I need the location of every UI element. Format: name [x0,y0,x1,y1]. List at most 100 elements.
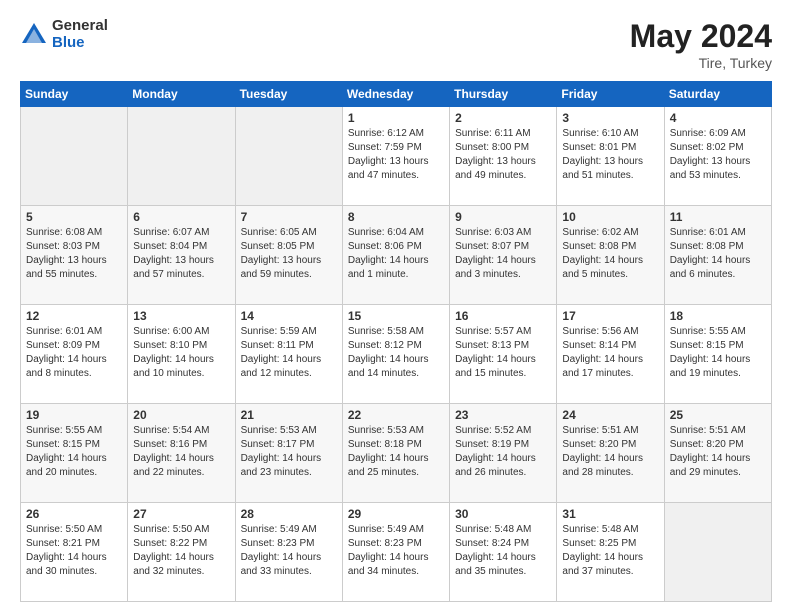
calendar-cell: 26 Sunrise: 5:50 AM Sunset: 8:21 PM Dayli… [21,503,128,602]
day-number: 14 [241,309,337,323]
day-number: 6 [133,210,229,224]
calendar-cell: 11 Sunrise: 6:01 AM Sunset: 8:08 PM Dayli… [664,206,771,305]
day-number: 26 [26,507,122,521]
day-number: 15 [348,309,444,323]
calendar-cell [235,107,342,206]
cell-info: Sunrise: 5:57 AM Sunset: 8:13 PM Dayligh… [455,325,551,381]
calendar-cell: 18 Sunrise: 5:55 AM Sunset: 8:15 PM Dayli… [664,305,771,404]
calendar-header: SundayMondayTuesdayWednesdayThursdayFrid… [21,82,772,107]
day-number: 16 [455,309,551,323]
day-number: 29 [348,507,444,521]
calendar-week: 19 Sunrise: 5:55 AM Sunset: 8:15 PM Dayli… [21,404,772,503]
logo-icon [20,21,48,49]
calendar-week: 5 Sunrise: 6:08 AM Sunset: 8:03 PM Daylig… [21,206,772,305]
logo-blue: Blue [52,35,108,52]
day-number: 2 [455,111,551,125]
calendar-cell: 21 Sunrise: 5:53 AM Sunset: 8:17 PM Dayli… [235,404,342,503]
day-number: 27 [133,507,229,521]
weekday-header: Friday [557,82,664,107]
cell-info: Sunrise: 5:51 AM Sunset: 8:20 PM Dayligh… [562,424,658,480]
page: General Blue May 2024 Tire, Turkey Sunda… [0,0,792,612]
calendar-cell: 4 Sunrise: 6:09 AM Sunset: 8:02 PM Daylig… [664,107,771,206]
cell-info: Sunrise: 6:03 AM Sunset: 8:07 PM Dayligh… [455,226,551,282]
cell-info: Sunrise: 5:49 AM Sunset: 8:23 PM Dayligh… [348,523,444,579]
calendar-cell: 24 Sunrise: 5:51 AM Sunset: 8:20 PM Dayli… [557,404,664,503]
header: General Blue May 2024 Tire, Turkey [20,18,772,71]
weekday-header: Sunday [21,82,128,107]
weekday-header: Monday [128,82,235,107]
day-number: 28 [241,507,337,521]
logo-text: General Blue [52,18,108,51]
cell-info: Sunrise: 5:52 AM Sunset: 8:19 PM Dayligh… [455,424,551,480]
day-number: 25 [670,408,766,422]
cell-info: Sunrise: 5:48 AM Sunset: 8:24 PM Dayligh… [455,523,551,579]
logo-general: General [52,18,108,35]
calendar: SundayMondayTuesdayWednesdayThursdayFrid… [20,81,772,602]
day-number: 17 [562,309,658,323]
day-number: 21 [241,408,337,422]
calendar-cell [21,107,128,206]
calendar-cell: 14Sunrise: 5:59 AM Sunset: 8:11 PM Dayli… [235,305,342,404]
calendar-cell: 16 Sunrise: 5:57 AM Sunset: 8:13 PM Dayli… [450,305,557,404]
cell-info: Sunrise: 5:50 AM Sunset: 8:22 PM Dayligh… [133,523,229,579]
day-number: 30 [455,507,551,521]
calendar-cell: 13 Sunrise: 6:00 AM Sunset: 8:10 PM Dayli… [128,305,235,404]
day-number: 4 [670,111,766,125]
calendar-cell: 27 Sunrise: 5:50 AM Sunset: 8:22 PM Dayli… [128,503,235,602]
calendar-cell [128,107,235,206]
weekday-header: Thursday [450,82,557,107]
calendar-cell: 28Sunrise: 5:49 AM Sunset: 8:23 PM Dayli… [235,503,342,602]
weekday-header: Tuesday [235,82,342,107]
cell-info: Sunrise: 6:12 AM Sunset: 7:59 PM Dayligh… [348,127,444,183]
day-number: 13 [133,309,229,323]
day-number: 3 [562,111,658,125]
day-number: 18 [670,309,766,323]
calendar-cell: 5 Sunrise: 6:08 AM Sunset: 8:03 PM Daylig… [21,206,128,305]
calendar-cell: 3 Sunrise: 6:10 AM Sunset: 8:01 PM Daylig… [557,107,664,206]
day-number: 9 [455,210,551,224]
cell-info: Sunrise: 6:01 AM Sunset: 8:09 PM Dayligh… [26,325,122,381]
calendar-week: 12 Sunrise: 6:01 AM Sunset: 8:09 PM Dayli… [21,305,772,404]
calendar-cell: 2Sunrise: 6:11 AM Sunset: 8:00 PM Daylig… [450,107,557,206]
day-number: 10 [562,210,658,224]
calendar-week: 26 Sunrise: 5:50 AM Sunset: 8:21 PM Dayli… [21,503,772,602]
day-number: 12 [26,309,122,323]
cell-info: Sunrise: 5:50 AM Sunset: 8:21 PM Dayligh… [26,523,122,579]
calendar-cell: 10 Sunrise: 6:02 AM Sunset: 8:08 PM Dayli… [557,206,664,305]
cell-info: Sunrise: 5:55 AM Sunset: 8:15 PM Dayligh… [26,424,122,480]
cell-info: Sunrise: 5:55 AM Sunset: 8:15 PM Dayligh… [670,325,766,381]
calendar-cell: 17 Sunrise: 5:56 AM Sunset: 8:14 PM Dayli… [557,305,664,404]
cell-info: Sunrise: 5:53 AM Sunset: 8:17 PM Dayligh… [241,424,337,480]
calendar-cell: 12 Sunrise: 6:01 AM Sunset: 8:09 PM Dayli… [21,305,128,404]
calendar-body: 1 Sunrise: 6:12 AM Sunset: 7:59 PM Daylig… [21,107,772,602]
cell-info: Sunrise: 6:00 AM Sunset: 8:10 PM Dayligh… [133,325,229,381]
calendar-cell: 15Sunrise: 5:58 AM Sunset: 8:12 PM Dayli… [342,305,449,404]
cell-info: Sunrise: 6:01 AM Sunset: 8:08 PM Dayligh… [670,226,766,282]
cell-info: Sunrise: 5:48 AM Sunset: 8:25 PM Dayligh… [562,523,658,579]
day-number: 19 [26,408,122,422]
day-number: 5 [26,210,122,224]
weekday-header: Saturday [664,82,771,107]
day-number: 23 [455,408,551,422]
calendar-cell: 20Sunrise: 5:54 AM Sunset: 8:16 PM Dayli… [128,404,235,503]
cell-info: Sunrise: 5:56 AM Sunset: 8:14 PM Dayligh… [562,325,658,381]
calendar-cell: 7Sunrise: 6:05 AM Sunset: 8:05 PM Daylig… [235,206,342,305]
day-number: 1 [348,111,444,125]
cell-info: Sunrise: 6:10 AM Sunset: 8:01 PM Dayligh… [562,127,658,183]
title-location: Tire, Turkey [630,55,772,71]
calendar-week: 1 Sunrise: 6:12 AM Sunset: 7:59 PM Daylig… [21,107,772,206]
calendar-cell: 31 Sunrise: 5:48 AM Sunset: 8:25 PM Dayli… [557,503,664,602]
cell-info: Sunrise: 5:53 AM Sunset: 8:18 PM Dayligh… [348,424,444,480]
day-number: 31 [562,507,658,521]
title-block: May 2024 Tire, Turkey [630,18,772,71]
cell-info: Sunrise: 6:05 AM Sunset: 8:05 PM Dayligh… [241,226,337,282]
day-number: 24 [562,408,658,422]
calendar-cell: 30 Sunrise: 5:48 AM Sunset: 8:24 PM Dayli… [450,503,557,602]
cell-info: Sunrise: 6:09 AM Sunset: 8:02 PM Dayligh… [670,127,766,183]
cell-info: Sunrise: 6:02 AM Sunset: 8:08 PM Dayligh… [562,226,658,282]
cell-info: Sunrise: 6:08 AM Sunset: 8:03 PM Dayligh… [26,226,122,282]
cell-info: Sunrise: 5:51 AM Sunset: 8:20 PM Dayligh… [670,424,766,480]
cell-info: Sunrise: 5:54 AM Sunset: 8:16 PM Dayligh… [133,424,229,480]
calendar-cell: 1 Sunrise: 6:12 AM Sunset: 7:59 PM Daylig… [342,107,449,206]
day-number: 11 [670,210,766,224]
